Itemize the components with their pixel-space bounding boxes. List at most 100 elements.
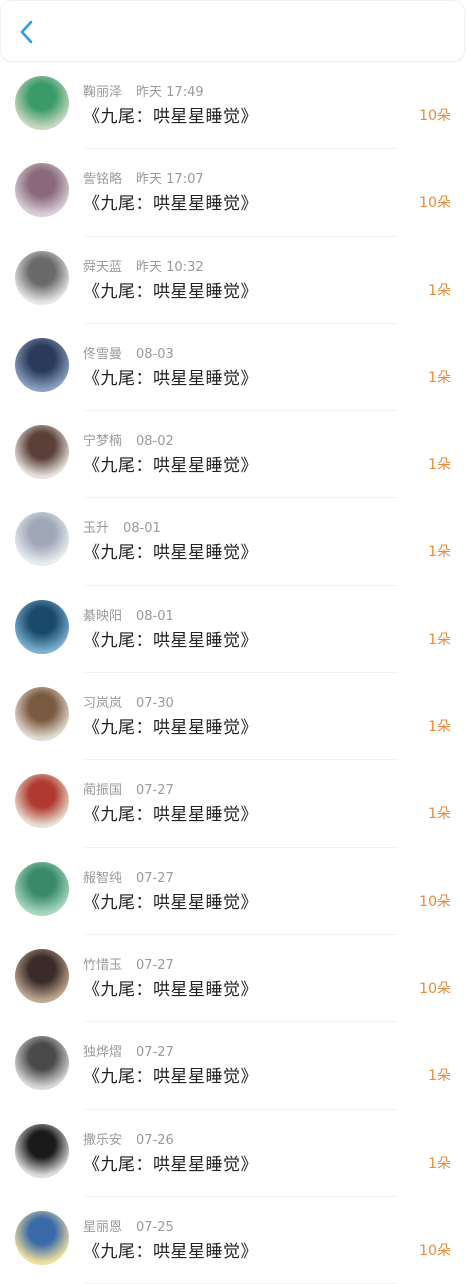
item-meta: 玉升 08-01 xyxy=(83,517,161,536)
avatar[interactable] xyxy=(15,425,69,480)
gift-amount: 10朵 xyxy=(419,195,451,212)
timestamp: 08-01 xyxy=(123,521,161,537)
list-item[interactable]: 习岚岚 07-30 《九尾：哄星星睡觉》 1朵 xyxy=(0,673,467,761)
gift-amount: 1朵 xyxy=(428,719,451,736)
list-item[interactable]: 竹惜玉 07-27 《九尾：哄星星睡觉》 10朵 xyxy=(0,935,467,1023)
gift-amount: 1朵 xyxy=(428,631,451,648)
item-meta: 独烨熠 07-27 xyxy=(83,1041,174,1060)
book-title: 《九尾：哄星星睡觉》 xyxy=(83,1154,258,1175)
timestamp: 07-27 xyxy=(136,957,174,973)
book-title: 《九尾：哄星星睡觉》 xyxy=(83,107,258,127)
top-bar xyxy=(0,0,465,62)
user-name: 舜天蓝 xyxy=(83,259,123,275)
timestamp: 08-02 xyxy=(136,434,174,450)
book-title: 《九尾：哄星星睡觉》 xyxy=(83,1241,258,1262)
gift-amount: 1朵 xyxy=(428,457,451,474)
user-name: 习岚岚 xyxy=(83,696,123,712)
user-name: 竹惜玉 xyxy=(83,957,123,973)
book-title: 《九尾：哄星星睡觉》 xyxy=(83,368,258,389)
item-meta: 竹惜玉 07-27 xyxy=(83,954,174,973)
gift-amount: 10朵 xyxy=(419,108,451,124)
list-item[interactable]: 赧智纯 07-27 《九尾：哄星星睡觉》 10朵 xyxy=(0,848,467,936)
timestamp: 08-03 xyxy=(136,346,174,362)
gift-amount: 1朵 xyxy=(428,1155,451,1172)
user-name: 独烨熠 xyxy=(83,1045,123,1061)
avatar[interactable] xyxy=(15,1036,69,1091)
timestamp: 07-26 xyxy=(136,1132,174,1148)
gift-amount: 1朵 xyxy=(428,1068,451,1085)
back-button[interactable] xyxy=(11,15,41,49)
item-meta: 赧智纯 07-27 xyxy=(83,867,174,886)
list-item[interactable]: 佟雪曼 08-03 《九尾：哄星星睡觉》 1朵 xyxy=(0,324,467,412)
item-meta: 蔺振国 07-27 xyxy=(83,779,174,798)
book-title: 《九尾：哄星星睡觉》 xyxy=(83,718,258,739)
list-item[interactable]: 宁梦楠 08-02 《九尾：哄星星睡觉》 1朵 xyxy=(0,411,467,499)
book-title: 《九尾：哄星星睡觉》 xyxy=(83,805,258,826)
avatar[interactable] xyxy=(15,250,69,305)
list-item[interactable]: 星丽恩 07-25 《九尾：哄星星睡觉》 10朵 xyxy=(0,1197,467,1284)
user-name: 訾铭略 xyxy=(83,172,123,188)
list-item[interactable]: 綦映阳 08-01 《九尾：哄星星睡觉》 1朵 xyxy=(0,586,467,674)
book-title: 《九尾：哄星星睡觉》 xyxy=(83,456,258,477)
list-item[interactable]: 蔺振国 07-27 《九尾：哄星星睡觉》 1朵 xyxy=(0,760,467,848)
timestamp: 08-01 xyxy=(136,608,174,624)
book-title: 《九尾：哄星星睡觉》 xyxy=(83,543,258,564)
list-item[interactable]: 鞠丽泽 昨天 17:49 《九尾：哄星星睡觉》 10朵 xyxy=(0,62,467,150)
gift-amount: 1朵 xyxy=(428,806,451,823)
item-meta: 綦映阳 08-01 xyxy=(83,605,174,624)
timestamp: 昨天 10:32 xyxy=(136,259,204,275)
chevron-left-icon xyxy=(20,20,33,44)
list-item[interactable]: 撒乐安 07-26 《九尾：哄星星睡觉》 1朵 xyxy=(0,1110,467,1198)
gift-amount: 1朵 xyxy=(428,369,451,386)
book-title: 《九尾：哄星星睡觉》 xyxy=(83,194,258,215)
avatar[interactable] xyxy=(15,1123,69,1178)
avatar[interactable] xyxy=(15,337,69,392)
gift-amount: 10朵 xyxy=(419,980,451,997)
timestamp: 昨天 17:07 xyxy=(136,172,204,188)
user-name: 玉升 xyxy=(83,521,110,537)
avatar[interactable] xyxy=(15,948,69,1003)
item-meta: 舜天蓝 昨天 10:32 xyxy=(83,256,204,275)
gift-amount: 1朵 xyxy=(428,544,451,561)
gift-record-list: 鞠丽泽 昨天 17:49 《九尾：哄星星睡觉》 10朵 訾铭略 昨天 17:07 《… xyxy=(0,62,467,1284)
timestamp: 07-25 xyxy=(136,1219,174,1235)
item-meta: 习岚岚 07-30 xyxy=(83,692,174,711)
user-name: 蔺振国 xyxy=(83,783,123,799)
book-title: 《九尾：哄星星睡觉》 xyxy=(83,630,258,651)
avatar[interactable] xyxy=(15,76,69,130)
avatar[interactable] xyxy=(15,1210,69,1265)
user-name: 佟雪曼 xyxy=(83,346,123,362)
timestamp: 07-30 xyxy=(136,696,174,712)
book-title: 《九尾：哄星星睡觉》 xyxy=(83,892,258,913)
gift-amount: 10朵 xyxy=(419,1242,451,1259)
user-name: 撒乐安 xyxy=(83,1132,123,1148)
item-meta: 訾铭略 昨天 17:07 xyxy=(83,168,204,187)
user-name: 宁梦楠 xyxy=(83,434,123,450)
book-title: 《九尾：哄星星睡觉》 xyxy=(83,979,258,1000)
avatar[interactable] xyxy=(15,774,69,829)
item-meta: 鞠丽泽 昨天 17:49 xyxy=(83,81,204,100)
list-item[interactable]: 舜天蓝 昨天 10:32 《九尾：哄星星睡觉》 1朵 xyxy=(0,237,467,325)
timestamp: 昨天 17:49 xyxy=(136,85,204,100)
book-title: 《九尾：哄星星睡觉》 xyxy=(83,281,258,302)
timestamp: 07-27 xyxy=(136,1045,174,1061)
avatar[interactable] xyxy=(15,163,69,218)
item-meta: 撒乐安 07-26 xyxy=(83,1129,174,1148)
timestamp: 07-27 xyxy=(136,783,174,799)
user-name: 星丽恩 xyxy=(83,1219,123,1235)
avatar[interactable] xyxy=(15,599,69,654)
item-meta: 星丽恩 07-25 xyxy=(83,1216,174,1235)
list-item[interactable]: 訾铭略 昨天 17:07 《九尾：哄星星睡觉》 10朵 xyxy=(0,149,467,237)
gift-amount: 10朵 xyxy=(419,893,451,910)
item-meta: 佟雪曼 08-03 xyxy=(83,343,174,362)
avatar[interactable] xyxy=(15,861,69,916)
avatar[interactable] xyxy=(15,687,69,742)
item-meta: 宁梦楠 08-02 xyxy=(83,430,174,449)
user-name: 赧智纯 xyxy=(83,870,123,886)
user-name: 綦映阳 xyxy=(83,608,123,624)
list-item[interactable]: 玉升 08-01 《九尾：哄星星睡觉》 1朵 xyxy=(0,498,467,587)
avatar[interactable] xyxy=(15,512,69,567)
list-item[interactable]: 独烨熠 07-27 《九尾：哄星星睡觉》 1朵 xyxy=(0,1022,467,1110)
book-title: 《九尾：哄星星睡觉》 xyxy=(83,1067,258,1088)
timestamp: 07-27 xyxy=(136,870,174,886)
